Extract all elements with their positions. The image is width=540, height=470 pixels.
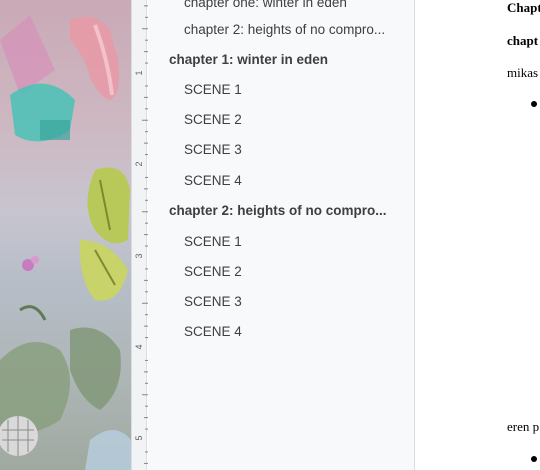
- outline-item[interactable]: SCENE 2: [148, 258, 414, 286]
- ruler-number: 2: [134, 161, 144, 167]
- outline-item[interactable]: chapter 2: heights of no compro...: [148, 16, 414, 44]
- outline-item[interactable]: chapter one: winter in eden: [148, 0, 414, 17]
- outline-item[interactable]: SCENE 3: [148, 136, 414, 164]
- doc-text: mikas: [507, 65, 539, 80]
- outline-item[interactable]: SCENE 4: [148, 318, 414, 346]
- ruler-number: 5: [134, 435, 144, 441]
- ruler-number: 4: [134, 344, 144, 350]
- background-image: [0, 0, 131, 470]
- outline-item[interactable]: SCENE 3: [148, 288, 414, 316]
- document-page[interactable]: Chapt chapt mikas eren p: [416, 0, 540, 470]
- bullet-icon: [531, 456, 537, 462]
- ruler-number: 3: [134, 253, 144, 259]
- doc-text: eren p: [507, 419, 540, 434]
- outline-item[interactable]: SCENE 1: [148, 76, 414, 104]
- doc-heading: Chapt: [507, 0, 540, 15]
- outline-heading[interactable]: chapter 1: winter in eden: [148, 46, 414, 74]
- outline-item[interactable]: SCENE 2: [148, 106, 414, 134]
- doc-heading: chapt: [507, 33, 539, 48]
- outline-item[interactable]: SCENE 1: [148, 228, 414, 256]
- outline-item[interactable]: SCENE 4: [148, 167, 414, 195]
- bullet-icon: [531, 101, 537, 107]
- outline-heading[interactable]: chapter 2: heights of no compro...: [148, 197, 414, 225]
- document-outline: chapter one: winter in eden chapter 2: h…: [148, 0, 415, 470]
- vertical-ruler: 1 2 3 4 5: [131, 0, 148, 470]
- ruler-number: 1: [134, 70, 144, 76]
